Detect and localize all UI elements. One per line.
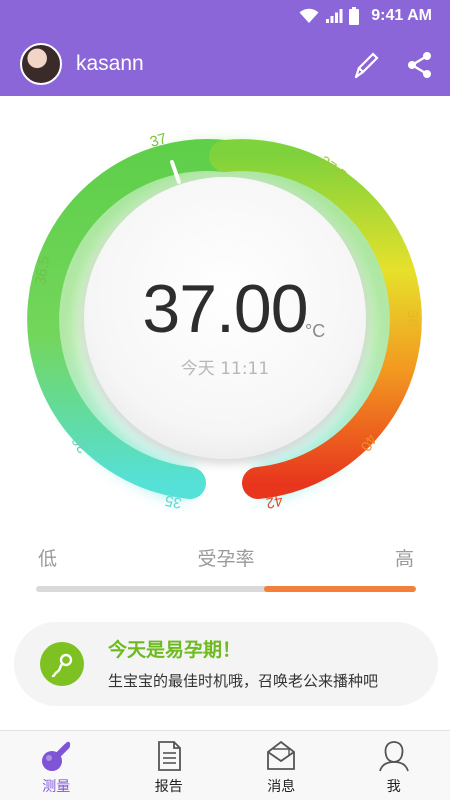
status-time: 9:41 AM: [371, 7, 432, 24]
fertility-tip-card[interactable]: 今天是易孕期！ 生宝宝的最佳时机哦，召唤老公来播种吧: [14, 622, 438, 706]
avatar[interactable]: [20, 43, 62, 85]
fertility-bar-fill: [264, 586, 416, 592]
status-icons: 9:41 AM: [299, 5, 432, 27]
tip-title: 今天是易孕期！: [108, 639, 242, 661]
measure-screen: 9:41 AM kasann 37 37.5 36.5 38 36 40 35 …: [0, 0, 450, 800]
sperm-icon: [40, 642, 84, 686]
fertility-bar: [36, 586, 416, 592]
fertility-high-label: 高: [394, 548, 414, 570]
thermometer-icon: [354, 52, 379, 79]
thermometer-button[interactable]: [352, 50, 382, 80]
username: kasann: [76, 52, 144, 75]
fertility-title: 受孕率: [197, 548, 255, 570]
measurement-time: 今天 11:11: [180, 359, 270, 379]
temperature-reading: 37.00: [0, 270, 450, 348]
tick-label: 35: [163, 491, 184, 512]
nav-item-report[interactable]: 报告: [113, 731, 226, 800]
fertility-indicator: 低 受孕率 高: [36, 540, 416, 600]
tick-label: 42: [264, 491, 285, 512]
nav-item-messages[interactable]: 消息: [225, 731, 338, 800]
message-icon: [264, 739, 298, 773]
nav-item-measure[interactable]: 测量: [0, 731, 113, 800]
nav-label: 消息: [267, 779, 296, 795]
signal-icon: [326, 9, 343, 23]
status-bar: 9:41 AM: [0, 0, 450, 32]
report-icon: [152, 739, 186, 773]
battery-icon: [349, 7, 360, 25]
temperature-unit: °C: [305, 321, 326, 341]
nav-label: 报告: [154, 779, 183, 795]
tip-text: 生宝宝的最佳时机哦，召唤老公来播种吧: [108, 672, 379, 690]
app-bar: kasann: [0, 32, 450, 96]
nav-label: 测量: [42, 779, 71, 795]
temperature-gauge: 37 37.5 36.5 38 36 40 35 42 37.00 °C 今天 …: [0, 96, 450, 536]
nav-item-me[interactable]: 我: [338, 731, 450, 800]
user-icon: [377, 739, 411, 773]
bottom-navigation: 测量 报告 消息 我: [0, 730, 450, 800]
share-icon: [408, 52, 431, 78]
thermometer-icon: [39, 739, 73, 773]
temperature-value: 37.00: [142, 271, 308, 347]
nav-label: 我: [386, 779, 401, 795]
wifi-icon: [299, 8, 319, 23]
share-button[interactable]: [405, 50, 435, 80]
